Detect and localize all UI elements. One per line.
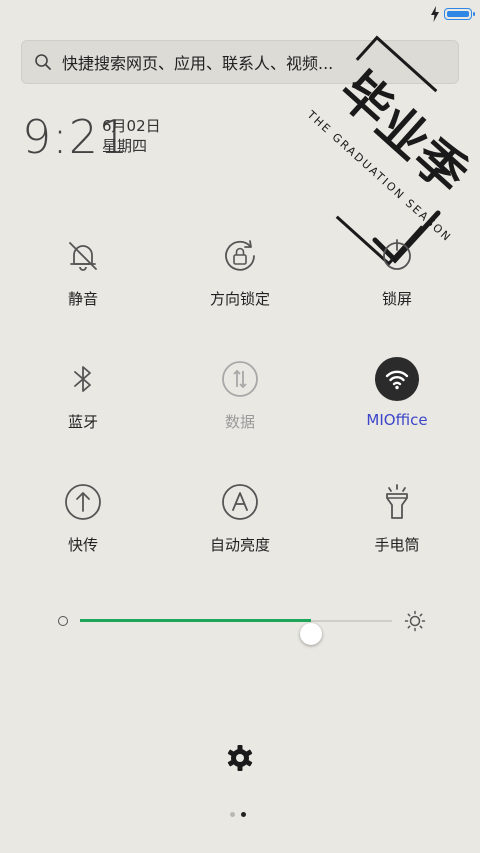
tile-label: 数据 (224, 413, 255, 431)
brightness-slider[interactable] (58, 606, 426, 645)
page-indicator (230, 812, 246, 817)
auto-brightness-icon (222, 484, 258, 520)
tile-label: 自动亮度 (209, 536, 270, 554)
tile-mobile-data[interactable]: 数据 (185, 357, 295, 432)
flashlight-icon (386, 484, 408, 519)
tile-label: 静音 (67, 290, 98, 308)
charging-icon (431, 6, 439, 22)
tile-rotation-lock[interactable]: 方向锁定 (185, 234, 295, 309)
tile-quick-transfer[interactable]: 快传 (28, 480, 138, 555)
bell-off-icon (69, 242, 97, 271)
tile-label: 方向锁定 (209, 290, 270, 308)
tile-label: 快传 (67, 536, 98, 554)
page-dot-current (241, 812, 246, 817)
tile-lock-screen[interactable]: 锁屏 (342, 234, 452, 309)
tile-auto-brightness[interactable]: 自动亮度 (185, 480, 295, 555)
brightness-high-icon (404, 610, 426, 632)
tile-mute[interactable]: 静音 (28, 234, 138, 309)
bluetooth-icon (74, 366, 91, 392)
wifi-toggle-active (375, 357, 419, 401)
battery-level (447, 11, 469, 17)
wifi-icon (385, 370, 409, 390)
tile-bluetooth[interactable]: 蓝牙 (28, 357, 138, 432)
tile-wifi[interactable]: MIOffice (342, 357, 452, 429)
lock-screen-icon (383, 239, 411, 270)
settings-gear-icon[interactable] (226, 744, 254, 772)
tile-label: MIOffice (366, 411, 428, 429)
brightness-thumb[interactable] (299, 623, 322, 645)
search-bar[interactable]: 快捷搜索网页、应用、联系人、视频... (21, 40, 459, 84)
date-block[interactable]: 6月02日 星期四 (102, 116, 161, 156)
status-bar (0, 0, 480, 28)
tile-label: 锁屏 (381, 290, 412, 308)
brightness-track[interactable] (80, 619, 392, 645)
weekday-text: 星期四 (102, 137, 148, 155)
date-text: 6月02日 (102, 117, 161, 135)
search-placeholder: 快捷搜索网页、应用、联系人、视频... (62, 54, 334, 73)
mobile-data-icon (222, 361, 258, 397)
brightness-low-icon (58, 616, 68, 626)
page-dot (230, 812, 235, 817)
brightness-fill (80, 619, 311, 622)
quick-transfer-icon (65, 484, 101, 520)
stamp-subtitle: THE GRADUATION SEASON (304, 108, 454, 245)
search-icon (35, 54, 51, 70)
tile-label: 蓝牙 (67, 413, 98, 431)
tile-flashlight[interactable]: 手电筒 (342, 480, 452, 555)
battery-icon (444, 8, 475, 20)
tile-label: 手电筒 (374, 536, 420, 554)
rotation-lock-icon (225, 240, 255, 271)
